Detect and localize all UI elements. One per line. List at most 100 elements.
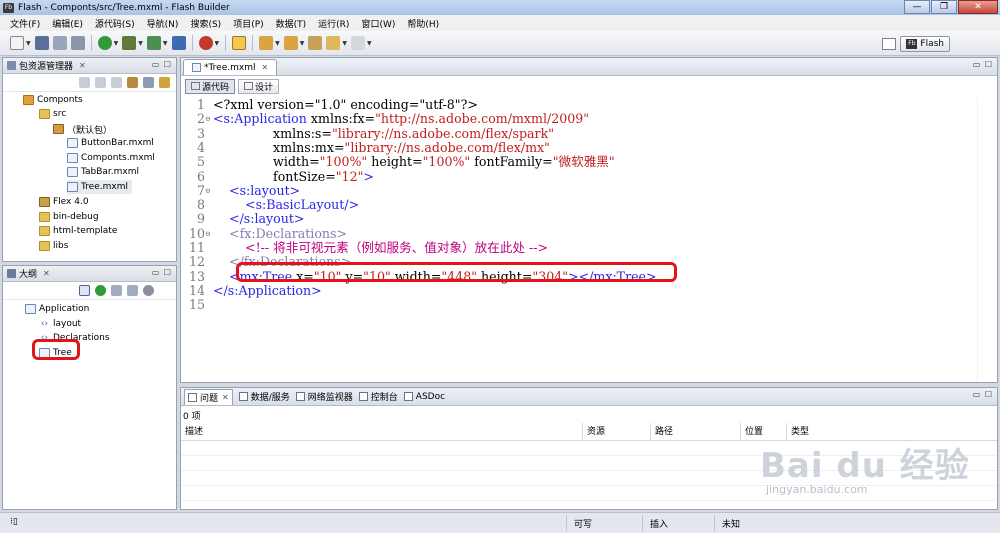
hide-nonpublic-icon[interactable]	[143, 285, 154, 296]
last-edit-location-icon[interactable]	[308, 36, 323, 50]
profile-icon[interactable]	[146, 36, 161, 50]
close-tab-icon[interactable]: ✕	[261, 63, 268, 72]
outline-tab[interactable]: 大纲 ✕	[7, 267, 50, 280]
menu-project[interactable]: 项目(P)	[227, 17, 269, 30]
problems-icon	[188, 392, 197, 402]
editor-tab-tree-mxml[interactable]: *Tree.mxml ✕	[183, 59, 278, 75]
debug-icon[interactable]	[122, 36, 137, 50]
flash-perspective-label: Flash	[920, 38, 944, 49]
tab-console[interactable]: 控制台	[358, 390, 398, 403]
menu-run[interactable]: 运行(R)	[312, 17, 355, 30]
view-menu-icon[interactable]	[159, 285, 170, 296]
tree-item-flex-sdk[interactable]: Flex 4.0	[39, 195, 89, 209]
code-token: </s:Application>	[213, 282, 322, 298]
previous-annotation-icon[interactable]	[283, 36, 298, 50]
tab-data-services[interactable]: 数据/服务	[238, 390, 290, 403]
hide-static-icon[interactable]	[127, 285, 138, 296]
close-tab-icon[interactable]: ✕	[43, 269, 50, 278]
link-with-editor-icon[interactable]	[143, 77, 154, 88]
design-mode-button[interactable]: 设计	[238, 78, 280, 94]
maximize-icon[interactable]: ☐	[163, 268, 172, 277]
export-release-icon[interactable]	[171, 36, 186, 50]
menu-edit[interactable]: 编辑(E)	[46, 17, 89, 30]
code-editor[interactable]: 1 <?xml version="1.0" encoding="utf-8"?> 2…	[183, 98, 977, 382]
fold-toggle-icon[interactable]: ⊖	[205, 184, 213, 198]
tab-problems[interactable]: 问题 ✕	[184, 388, 233, 405]
column-description[interactable]: 描述	[181, 423, 583, 441]
line-number: 7	[196, 182, 205, 198]
close-tab-icon[interactable]: ✕	[222, 393, 229, 402]
forward-icon[interactable]	[351, 36, 365, 50]
sort-icon[interactable]	[79, 285, 90, 296]
run-icon[interactable]	[97, 36, 112, 50]
line-number: 10	[188, 225, 205, 241]
minimize-icon[interactable]: ▭	[151, 268, 160, 277]
line-number: 9	[196, 211, 205, 227]
tree-item-buttonbar[interactable]: ButtonBar.mxml	[67, 136, 154, 150]
forward-nav-icon[interactable]	[95, 77, 106, 88]
external-tools-icon[interactable]	[198, 36, 213, 50]
editor-scrollbar[interactable]	[977, 98, 997, 382]
menu-help[interactable]: 帮助(H)	[401, 17, 445, 30]
design-icon	[244, 82, 254, 90]
tree-item-label: ButtonBar.mxml	[81, 138, 154, 148]
menu-window[interactable]: 窗口(W)	[355, 17, 401, 30]
tree-item-tree-mxml[interactable]: Tree.mxml	[67, 180, 132, 194]
next-annotation-icon[interactable]	[259, 36, 274, 50]
line-number: 6	[196, 168, 205, 184]
menu-data[interactable]: 数据(T)	[270, 17, 313, 30]
fold-toggle-icon[interactable]: ⊖	[205, 112, 213, 126]
collapse-all-icon[interactable]	[127, 77, 138, 88]
tree-item-html-template[interactable]: html-template	[39, 224, 117, 238]
tree-item-default-package[interactable]: （默认包）	[53, 122, 112, 136]
source-icon	[191, 82, 200, 90]
tree-item-label: html-template	[53, 226, 118, 236]
main-toolbar: ▼ ▼ ▼ ▼ ▼ ▼ ▼ ▼ ▼ Fb Flash	[0, 31, 1000, 56]
flash-perspective-button[interactable]: Fb Flash	[900, 35, 950, 52]
fold-toggle-icon[interactable]: ⊖	[205, 227, 213, 241]
hide-fields-icon[interactable]	[111, 285, 122, 296]
tree-item-src[interactable]: src	[39, 107, 66, 121]
tree-item-componts-mxml[interactable]: Componts.mxml	[67, 151, 155, 165]
tree-item-bin-debug[interactable]: bin-debug	[39, 210, 99, 224]
column-path[interactable]: 路径	[651, 423, 741, 441]
close-tab-icon[interactable]: ✕	[79, 61, 86, 70]
print-icon[interactable]	[70, 36, 85, 50]
open-perspective-icon[interactable]	[882, 37, 897, 50]
outline-item-application[interactable]: Application	[25, 302, 89, 316]
maximize-icon[interactable]: ☐	[163, 60, 172, 69]
back-icon[interactable]	[326, 36, 341, 50]
maximize-icon[interactable]: ☐	[984, 390, 993, 399]
view-menu-icon[interactable]	[159, 77, 170, 88]
outline-item-layout[interactable]: ‹› layout	[39, 317, 81, 331]
save-all-icon[interactable]	[52, 36, 67, 50]
minimize-button[interactable]: —	[904, 0, 930, 14]
menu-search[interactable]: 搜索(S)	[184, 17, 227, 30]
tree-item-project[interactable]: Componts	[23, 93, 83, 107]
back-nav-icon[interactable]	[79, 77, 90, 88]
maximize-icon[interactable]: ☐	[984, 60, 993, 69]
tab-network-monitor[interactable]: 网络监视器	[295, 390, 353, 403]
close-button[interactable]: ✕	[958, 0, 998, 14]
tab-asdoc[interactable]: ASDoc	[403, 392, 445, 402]
refresh-icon[interactable]	[95, 285, 106, 296]
menu-source[interactable]: 源代码(S)	[89, 17, 141, 30]
new-icon[interactable]	[10, 36, 24, 50]
menu-navigate[interactable]: 导航(N)	[141, 17, 185, 30]
save-icon[interactable]	[34, 36, 49, 50]
package-explorer-panel: 包资源管理器 ✕ ▭ ☐ Componts src （默认包） ButtonBar…	[2, 57, 177, 262]
up-nav-icon[interactable]	[111, 77, 122, 88]
maximize-button[interactable]: ❐	[931, 0, 957, 14]
package-explorer-tab[interactable]: 包资源管理器 ✕	[7, 59, 86, 72]
code-token: </s:layout>	[213, 211, 305, 227]
menu-file[interactable]: 文件(F)	[4, 17, 46, 30]
minimize-icon[interactable]: ▭	[972, 60, 981, 69]
tree-item-tabbar[interactable]: TabBar.mxml	[67, 165, 139, 179]
tree-item-libs[interactable]: libs	[39, 239, 68, 253]
mark-occurrences-icon[interactable]	[232, 36, 247, 50]
problems-count: 0 项	[183, 412, 201, 422]
column-resource[interactable]: 资源	[583, 423, 651, 441]
minimize-icon[interactable]: ▭	[972, 390, 981, 399]
source-mode-button[interactable]: 源代码	[185, 78, 236, 94]
minimize-icon[interactable]: ▭	[151, 60, 160, 69]
